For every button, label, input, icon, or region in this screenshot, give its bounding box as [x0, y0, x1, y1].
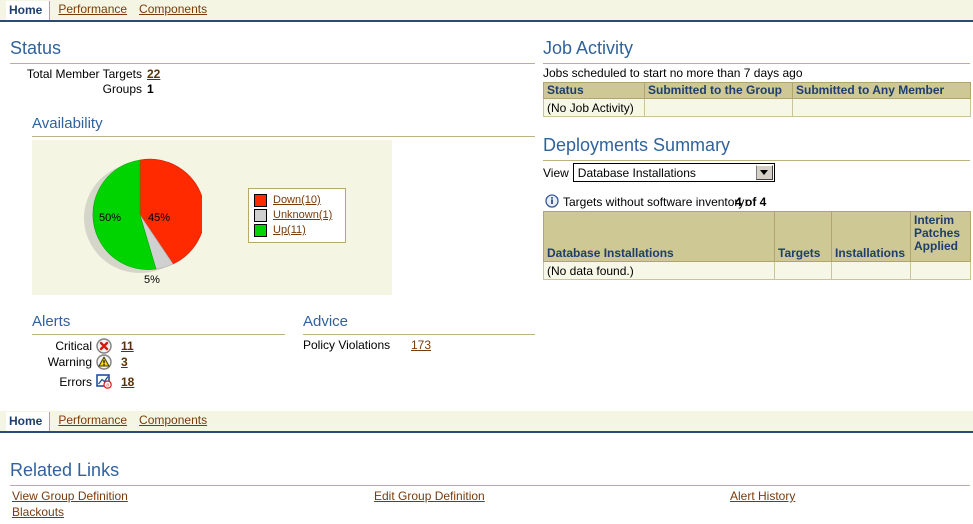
alert-errors-link[interactable]: 18	[121, 375, 134, 389]
job-activity-table: Status Submitted to the Group Submitted …	[543, 82, 971, 117]
alert-errors-value[interactable]: 18	[121, 375, 134, 389]
groups-label: Groups	[102, 82, 142, 96]
table-row: (No data found.)	[543, 261, 971, 280]
pie-label-unknown: 5%	[144, 274, 160, 286]
alert-critical-value[interactable]: 11	[121, 339, 134, 353]
legend-link-up[interactable]: Up(11)	[273, 224, 306, 236]
related-links-heading: Related Links	[10, 460, 120, 480]
blackouts-link[interactable]: Blackouts	[12, 505, 64, 519]
alert-errors-label: Errors	[59, 375, 92, 389]
deployments-summary-table: Database Installations Targets Installat…	[543, 211, 971, 280]
table-header-row: Status Submitted to the Group Submitted …	[543, 82, 971, 99]
alert-critical-label: Critical	[55, 339, 92, 353]
table-header-row: Database Installations Targets Installat…	[543, 211, 971, 262]
availability-rule	[32, 136, 535, 137]
status-heading: Status	[10, 38, 62, 58]
bottom-tab-bar: Home Performance Components	[0, 411, 973, 433]
alerts-rule	[32, 334, 285, 335]
cell-submitted-any-member	[792, 98, 971, 117]
tab-home-top[interactable]: Home	[6, 1, 51, 20]
link-edit-group-definition[interactable]: Edit Group Definition	[374, 489, 485, 503]
availability-pie-chart: 50% 45% 5%	[82, 152, 206, 286]
view-selector-row: View Database Installations	[543, 163, 775, 182]
legend-row-unknown[interactable]: Unknown(1)	[254, 208, 338, 222]
policy-violations-label: Policy Violations	[303, 338, 391, 352]
groups-value: 1	[147, 82, 154, 96]
related-links-rule	[10, 485, 970, 486]
tab-components-top-link[interactable]: Components	[139, 2, 207, 16]
tab-home-bottom[interactable]: Home	[6, 412, 51, 431]
table-row: (No Job Activity)	[543, 98, 971, 117]
critical-icon	[96, 338, 112, 354]
col-database-installations[interactable]: Database Installations	[543, 211, 775, 262]
availability-legend: Down(10) Unknown(1) Up(11)	[248, 188, 346, 243]
availability-panel: 50% 45% 5% Down(10) Unknown(1) Up(11)	[32, 140, 392, 295]
alert-history-link[interactable]: Alert History	[730, 489, 795, 503]
alert-warning-value[interactable]: 3	[121, 355, 128, 369]
policy-violations-link[interactable]: 173	[411, 338, 431, 352]
view-select[interactable]: Database Installations	[572, 163, 775, 182]
col-interim-patches-applied[interactable]: Interim Patches Applied	[910, 211, 971, 262]
link-blackouts[interactable]: Blackouts	[12, 505, 64, 519]
top-tab-bar: Home Performance Components	[0, 0, 973, 22]
legend-swatch-up-icon	[254, 223, 267, 237]
deployments-summary-heading: Deployments Summary	[543, 135, 731, 155]
tab-performance-top[interactable]: Performance	[54, 0, 135, 20]
alert-critical-link[interactable]: 11	[121, 339, 134, 353]
view-label: View	[543, 165, 569, 180]
policy-violations-value[interactable]: 173	[411, 338, 431, 352]
targets-without-inventory-label: Targets without software inventory:	[563, 195, 748, 209]
errors-icon: 8	[96, 373, 112, 389]
link-alert-history[interactable]: Alert History	[730, 489, 795, 503]
cell-targets	[774, 261, 832, 280]
total-member-targets-value[interactable]: 22	[147, 67, 160, 81]
tab-components-bottom-link[interactable]: Components	[139, 413, 207, 427]
info-icon	[545, 194, 559, 208]
status-rule	[10, 63, 535, 64]
tab-components-bottom[interactable]: Components	[135, 411, 215, 431]
alert-warning-label: Warning	[47, 355, 92, 369]
col-submitted-any-member[interactable]: Submitted to Any Member	[792, 82, 971, 99]
legend-swatch-down-icon	[254, 193, 267, 207]
tab-performance-top-link[interactable]: Performance	[58, 2, 127, 16]
view-select-value: Database Installations	[577, 165, 696, 180]
cell-database-installations: (No data found.)	[543, 261, 775, 280]
advice-heading: Advice	[303, 313, 349, 330]
legend-row-up[interactable]: Up(11)	[254, 223, 338, 237]
pie-label-up: 50%	[99, 212, 122, 224]
job-activity-subtitle: Jobs scheduled to start no more than 7 d…	[543, 66, 803, 80]
advice-rule	[303, 334, 535, 335]
link-view-group-definition[interactable]: View Group Definition	[12, 489, 128, 503]
tab-performance-bottom[interactable]: Performance	[54, 411, 135, 431]
alert-warning-link[interactable]: 3	[121, 355, 128, 369]
total-member-targets-link[interactable]: 22	[147, 67, 160, 81]
job-activity-heading: Job Activity	[543, 38, 634, 58]
col-installations[interactable]: Installations	[831, 211, 911, 262]
cell-installations	[831, 261, 911, 280]
cell-interim-patches-applied	[910, 261, 971, 280]
col-targets[interactable]: Targets	[774, 211, 832, 262]
legend-link-unknown[interactable]: Unknown(1)	[273, 209, 332, 221]
pie-label-down: 45%	[148, 212, 171, 224]
view-group-definition-link[interactable]: View Group Definition	[12, 489, 128, 503]
tab-components-top[interactable]: Components	[135, 0, 215, 20]
targets-without-inventory-value: 4 of 4	[735, 195, 767, 209]
cell-status: (No Job Activity)	[543, 98, 645, 117]
col-status[interactable]: Status	[543, 82, 645, 99]
cell-submitted-group	[644, 98, 793, 117]
job-activity-rule	[543, 63, 970, 64]
col-submitted-group[interactable]: Submitted to the Group	[644, 82, 793, 99]
legend-row-down[interactable]: Down(10)	[254, 193, 338, 207]
legend-swatch-unknown-icon	[254, 208, 267, 222]
deployments-summary-rule	[543, 160, 970, 161]
legend-link-down[interactable]: Down(10)	[273, 194, 321, 206]
alerts-heading: Alerts	[32, 313, 71, 330]
total-member-targets-label: Total Member Targets	[26, 67, 142, 81]
edit-group-definition-link[interactable]: Edit Group Definition	[374, 489, 485, 503]
svg-text:8: 8	[106, 382, 109, 387]
chevron-down-icon[interactable]	[755, 165, 773, 180]
warning-icon	[96, 354, 112, 370]
availability-heading: Availability	[32, 115, 103, 132]
tab-performance-bottom-link[interactable]: Performance	[58, 413, 127, 427]
